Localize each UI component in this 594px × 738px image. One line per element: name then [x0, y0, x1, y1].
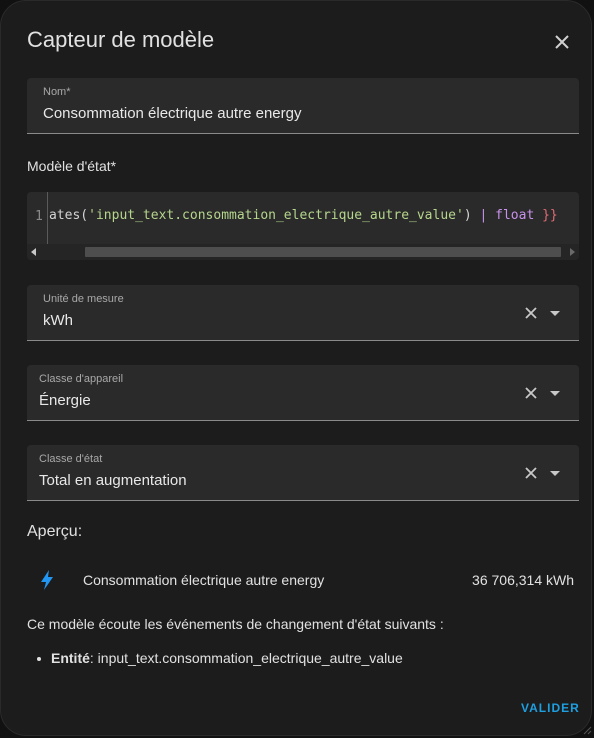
dialog-title: Capteur de modèle [27, 27, 215, 52]
dropdown-arrow-icon[interactable] [548, 387, 562, 399]
name-field[interactable]: Nom* Consommation électrique autre energ… [27, 78, 579, 134]
listener-item: Entité: input_text.consommation_electriq… [37, 650, 403, 666]
device-class-value: Énergie [39, 392, 91, 409]
unit-select-value: kWh [43, 312, 73, 329]
listeners-intro: Ce modèle écoute les événements de chang… [27, 616, 444, 632]
dropdown-arrow-icon[interactable] [548, 467, 562, 479]
code-line[interactable]: ates('input_text.consommation_electrique… [49, 208, 558, 223]
listener-item-value: : input_text.consommation_electrique_aut… [89, 650, 403, 666]
code-token-close-paren: ) [463, 208, 472, 223]
resize-handle-icon[interactable] [582, 725, 592, 735]
preview-title: Aperçu: [27, 523, 83, 540]
close-icon [555, 35, 569, 49]
state-class-select[interactable]: Classe d'état Total en augmentation [27, 445, 579, 501]
bullet-icon [37, 657, 41, 661]
scroll-right-arrow-icon[interactable] [570, 248, 575, 256]
scroll-left-arrow-icon[interactable] [31, 248, 36, 256]
line-number: 1 [35, 209, 43, 224]
name-field-label: Nom* [43, 86, 71, 98]
horizontal-scrollbar[interactable] [27, 244, 579, 260]
lightning-bolt-icon [41, 570, 53, 590]
device-class-label: Classe d'appareil [39, 373, 124, 385]
name-field-value[interactable]: Consommation électrique autre energy [43, 105, 301, 122]
preview-entity-value: 36 706,314 kWh [472, 572, 574, 588]
validate-button[interactable]: VALIDER [513, 695, 588, 721]
unit-select-label: Unité de mesure [43, 293, 124, 305]
scrollbar-thumb[interactable] [85, 247, 561, 257]
template-code-editor[interactable]: 1 ates('input_text.consommation_electriq… [27, 192, 579, 260]
code-token-function: ates( [49, 208, 89, 223]
close-button[interactable] [550, 30, 574, 54]
code-token-filter: float [495, 208, 535, 223]
code-token-brace: }} [534, 208, 558, 223]
clear-icon[interactable] [523, 305, 539, 321]
dropdown-arrow-icon[interactable] [548, 307, 562, 319]
preview-entity-name: Consommation électrique autre energy [83, 572, 325, 588]
code-token-pipe: | [471, 208, 496, 223]
listener-item-key: Entité [51, 650, 90, 666]
clear-icon[interactable] [523, 465, 539, 481]
state-class-label: Classe d'état [39, 453, 103, 465]
template-sensor-dialog: Capteur de modèle Nom* Consommation élec… [0, 0, 592, 736]
template-label: Modèle d'état* [27, 158, 117, 174]
clear-icon[interactable] [523, 385, 539, 401]
code-gutter: 1 [27, 192, 48, 244]
state-class-value: Total en augmentation [39, 472, 187, 489]
unit-select[interactable]: Unité de mesure kWh [27, 285, 579, 341]
device-class-select[interactable]: Classe d'appareil Énergie [27, 365, 579, 421]
code-token-string: 'input_text.consommation_electrique_autr… [88, 208, 464, 223]
